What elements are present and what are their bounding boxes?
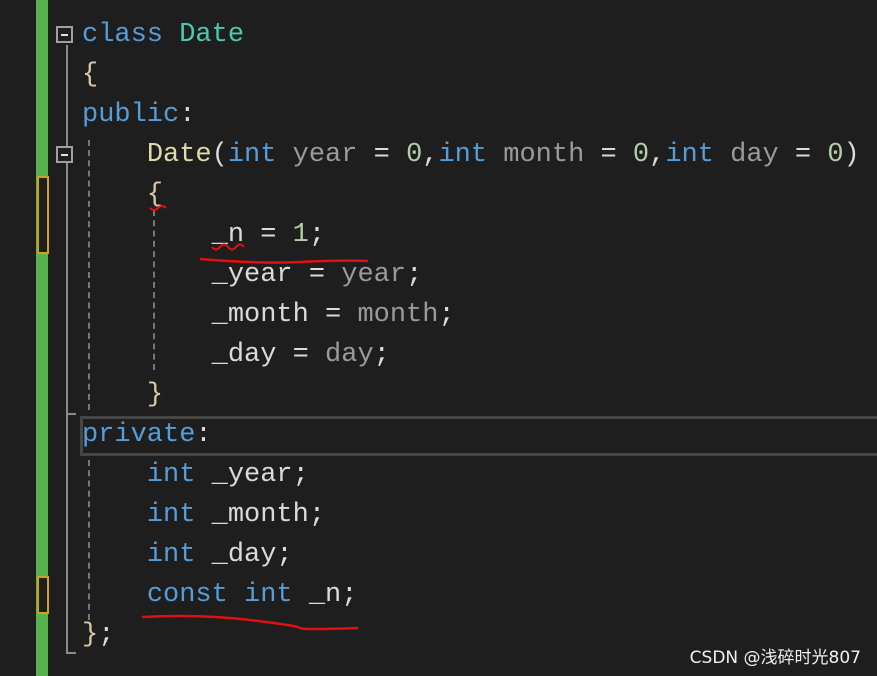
red-underline-n-assign: [199, 257, 369, 264]
red-underline-const-n: [141, 614, 359, 631]
error-squiggle: [149, 205, 167, 211]
error-squiggle: [211, 243, 245, 251]
watermark: CSDN @浅碎时光807: [689, 648, 861, 668]
annotations: [141, 205, 369, 631]
